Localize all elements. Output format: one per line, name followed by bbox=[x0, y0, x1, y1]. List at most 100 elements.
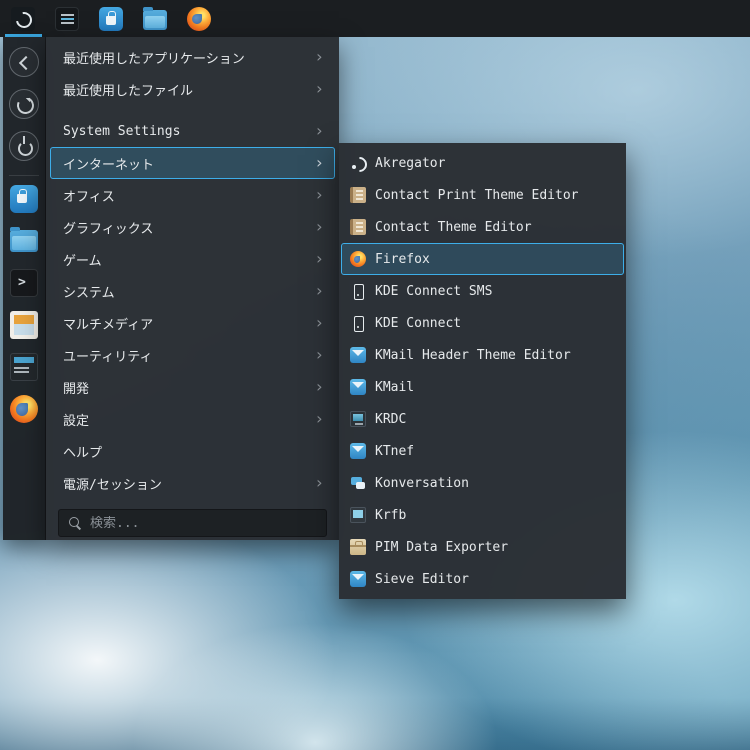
app-item-konversation[interactable]: Konversation bbox=[341, 467, 624, 499]
chevron-right-icon: › bbox=[314, 121, 324, 140]
app-item-kmail-header-theme-editor[interactable]: KMail Header Theme Editor bbox=[341, 339, 624, 371]
app-item-pim-data-exporter[interactable]: PIM Data Exporter bbox=[341, 531, 624, 563]
contact-print-theme-editor-icon bbox=[350, 187, 366, 203]
app-item-kmail[interactable]: KMail bbox=[341, 371, 624, 403]
app-item-akregator[interactable]: Akregator bbox=[341, 147, 624, 179]
menu-item-utilities[interactable]: ユーティリティ › bbox=[50, 339, 335, 371]
menu-item-recent-files[interactable]: 最近使用したファイル › bbox=[50, 73, 335, 105]
favorite-dolphin-icon[interactable] bbox=[10, 227, 38, 252]
app-item-ktnef[interactable]: KTnef bbox=[341, 435, 624, 467]
app-item-label: KRDC bbox=[375, 411, 407, 427]
app-item-label: KDE Connect SMS bbox=[375, 283, 493, 299]
sieve-editor-icon bbox=[350, 571, 366, 587]
app-item-contact-theme-editor[interactable]: Contact Theme Editor bbox=[341, 211, 624, 243]
contact-theme-editor-icon bbox=[350, 219, 366, 235]
app-item-label: Krfb bbox=[375, 507, 407, 523]
search-icon bbox=[68, 516, 82, 530]
app-item-label: KDE Connect bbox=[375, 315, 462, 331]
app-item-sieve-editor[interactable]: Sieve Editor bbox=[341, 563, 624, 595]
kde-connect-icon bbox=[350, 315, 366, 332]
menu-item-internet[interactable]: インターネット › bbox=[50, 147, 335, 179]
app-item-kde-connect[interactable]: KDE Connect bbox=[341, 307, 624, 339]
app-item-label: KMail bbox=[375, 379, 415, 395]
menu-item-label: ヘルプ bbox=[63, 445, 103, 461]
favorite-kontact-icon[interactable] bbox=[10, 311, 38, 339]
menu-separator bbox=[46, 105, 339, 115]
favorite-discover-icon[interactable] bbox=[10, 185, 38, 213]
search-input[interactable] bbox=[90, 515, 317, 531]
power-button[interactable] bbox=[9, 131, 39, 161]
firefox-icon[interactable] bbox=[187, 6, 211, 31]
menu-item-label: 最近使用したファイル bbox=[63, 83, 194, 99]
menu-item-recent-apps[interactable]: 最近使用したアプリケーション › bbox=[50, 41, 335, 73]
chevron-right-icon: › bbox=[314, 345, 324, 364]
app-item-firefox[interactable]: Firefox bbox=[341, 243, 624, 275]
top-panel bbox=[0, 0, 750, 37]
menu-item-label: 最近使用したアプリケーション bbox=[63, 51, 245, 67]
favorite-konsole-icon[interactable] bbox=[10, 269, 38, 297]
search-box[interactable] bbox=[58, 509, 327, 537]
app-item-label: Contact Theme Editor bbox=[375, 219, 532, 235]
chevron-right-icon: › bbox=[314, 313, 324, 332]
menu-item-games[interactable]: ゲーム › bbox=[50, 243, 335, 275]
favorite-system-monitor-icon[interactable] bbox=[10, 353, 38, 381]
app-item-label: Contact Print Theme Editor bbox=[375, 187, 579, 203]
app-item-krdc[interactable]: KRDC bbox=[341, 403, 624, 435]
krfb-icon bbox=[350, 507, 366, 523]
menu-item-label: インターネット bbox=[63, 157, 155, 173]
menu-item-office[interactable]: オフィス › bbox=[50, 179, 335, 211]
menu-item-label: システム bbox=[63, 285, 115, 301]
chevron-right-icon: › bbox=[314, 377, 324, 396]
refresh-button[interactable] bbox=[9, 89, 39, 119]
app-item-label: Akregator bbox=[375, 155, 446, 171]
pim-data-exporter-icon bbox=[350, 539, 366, 555]
menu-item-label: 設定 bbox=[63, 413, 90, 429]
menu-item-system-settings[interactable]: System Settings › bbox=[50, 115, 335, 147]
app-item-label: Konversation bbox=[375, 475, 469, 491]
menu-item-multimedia[interactable]: マルチメディア › bbox=[50, 307, 335, 339]
app-item-kde-connect-sms[interactable]: KDE Connect SMS bbox=[341, 275, 624, 307]
internet-submenu: Akregator Contact Print Theme Editor Con… bbox=[339, 143, 626, 599]
sidebar-divider bbox=[9, 175, 39, 176]
menu-item-label: 開発 bbox=[63, 381, 90, 397]
chevron-right-icon: › bbox=[314, 249, 324, 268]
app-item-label: KMail Header Theme Editor bbox=[375, 347, 571, 363]
firefox-icon bbox=[350, 251, 366, 267]
application-launcher-icon[interactable] bbox=[11, 6, 35, 31]
chevron-right-icon: › bbox=[314, 185, 324, 204]
launcher-sidebar bbox=[3, 37, 46, 540]
system-monitor-icon[interactable] bbox=[55, 6, 79, 31]
app-item-krfb[interactable]: Krfb bbox=[341, 499, 624, 531]
app-item-label: PIM Data Exporter bbox=[375, 539, 509, 555]
app-item-label: Sieve Editor bbox=[375, 571, 469, 587]
favorite-firefox-icon[interactable] bbox=[10, 395, 38, 423]
menu-item-label: ゲーム bbox=[63, 253, 102, 269]
menu-item-label: マルチメディア bbox=[63, 317, 154, 333]
menu-item-system[interactable]: システム › bbox=[50, 275, 335, 307]
menu-item-settings[interactable]: 設定 › bbox=[50, 403, 335, 435]
chevron-right-icon: › bbox=[314, 79, 324, 98]
menu-item-label: グラフィックス bbox=[63, 221, 154, 237]
chevron-right-icon: › bbox=[314, 409, 324, 428]
akregator-feed-icon bbox=[350, 155, 366, 171]
menu-item-label: ユーティリティ bbox=[63, 349, 153, 365]
chevron-right-icon: › bbox=[314, 153, 324, 172]
back-button[interactable] bbox=[9, 47, 39, 77]
menu-item-help[interactable]: ヘルプ bbox=[50, 435, 335, 467]
dolphin-icon[interactable] bbox=[143, 6, 167, 30]
chevron-right-icon: › bbox=[314, 217, 324, 236]
menu-item-label: System Settings bbox=[63, 123, 181, 139]
menu-item-development[interactable]: 開発 › bbox=[50, 371, 335, 403]
app-item-contact-print-theme-editor[interactable]: Contact Print Theme Editor bbox=[341, 179, 624, 211]
ktnef-icon bbox=[350, 443, 366, 459]
app-item-label: Firefox bbox=[375, 251, 430, 267]
menu-item-label: 電源/セッション bbox=[63, 477, 162, 493]
chevron-right-icon: › bbox=[314, 473, 324, 492]
app-item-label: KTnef bbox=[375, 443, 415, 459]
kmail-icon bbox=[350, 379, 366, 395]
menu-item-power-session[interactable]: 電源/セッション › bbox=[50, 467, 335, 499]
discover-icon[interactable] bbox=[99, 6, 123, 31]
chevron-right-icon: › bbox=[314, 47, 324, 66]
chevron-right-icon: › bbox=[314, 281, 324, 300]
menu-item-graphics[interactable]: グラフィックス › bbox=[50, 211, 335, 243]
